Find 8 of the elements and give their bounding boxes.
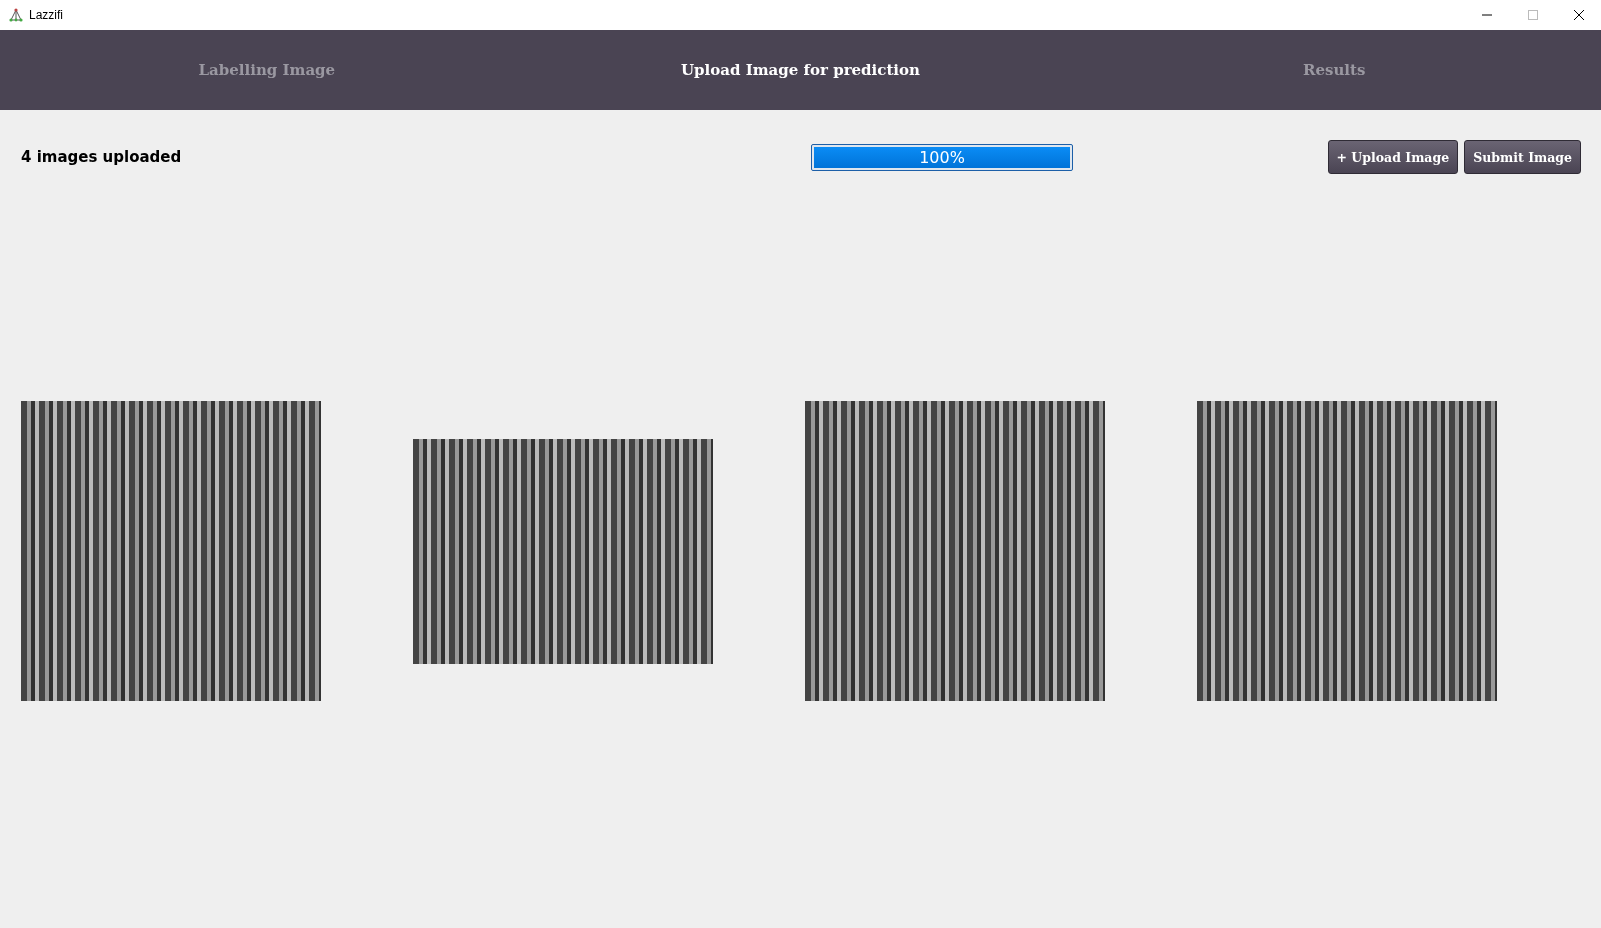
submit-button[interactable]: Submit Image [1464,140,1581,174]
progress-reading: 100% [919,147,965,167]
tab[interactable]: Upload Image for prediction [681,61,920,79]
window-title: Lazzifi [29,8,63,22]
upload-count: 4 images uploaded [21,148,183,166]
upload-button[interactable]: + Upload Image [1327,140,1459,174]
close-icon[interactable] [1573,9,1585,21]
app-logo-icon [9,8,23,22]
